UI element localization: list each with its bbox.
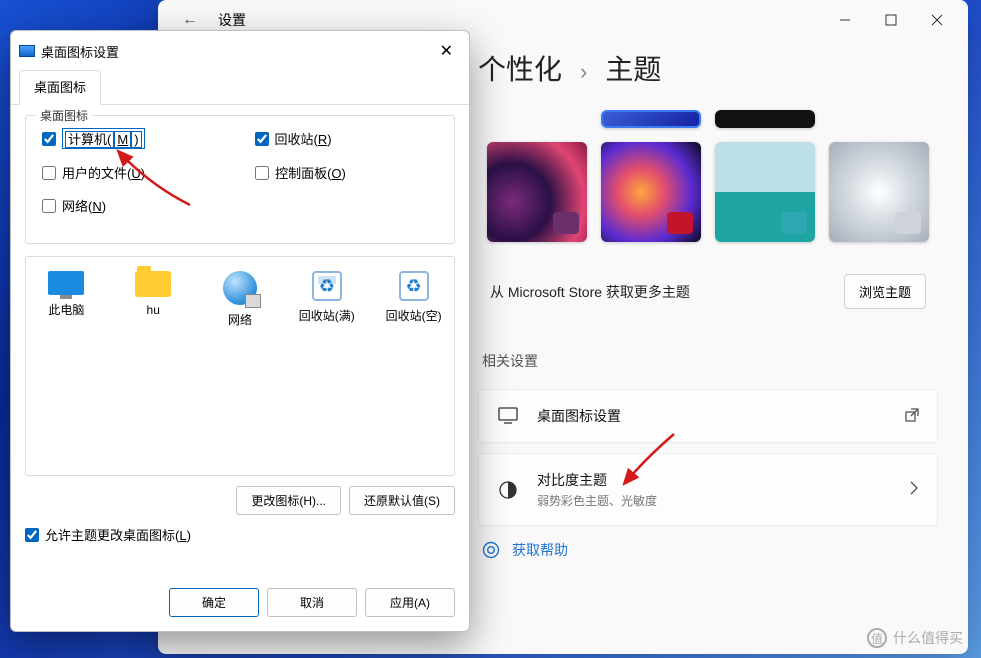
list-item-title: 桌面图标设置 [537,406,887,426]
change-icon-button[interactable]: 更改图标(H)... [236,486,341,515]
checkbox-allow-theme-change[interactable]: 允许主题更改桌面图标(L) [25,525,455,544]
icon-preview-list[interactable]: 此电脑 hu 网络 回收站(满) 回收站(空) [25,256,455,476]
list-item-subtitle: 弱势彩色主题、光敏度 [537,492,891,509]
desktop-icon-settings-item[interactable]: 桌面图标设置 [478,389,938,443]
theme-thumb[interactable] [601,142,701,242]
content-pane: 从 Microsoft Store 获取更多主题 浏览主题 相关设置 桌面图标设… [478,70,938,654]
get-help-link[interactable]: 获取帮助 [478,536,938,564]
close-icon[interactable]: ✕ [434,39,459,63]
icon-recycle-full[interactable]: 回收站(满) [296,271,357,324]
contrast-icon [497,480,519,500]
tab-strip: 桌面图标 [11,69,469,105]
window-title: 设置 [218,10,246,30]
checkbox-input[interactable] [42,199,56,213]
help-icon [482,541,500,559]
checkbox-network[interactable]: 网络(N) [42,196,106,215]
monitor-icon [497,407,519,425]
checkbox-user-files[interactable]: 用户的文件(U) [42,163,145,182]
theme-thumb[interactable] [829,142,929,242]
chevron-right-icon [909,481,919,498]
watermark: 值 什么值得买 [867,628,963,648]
desktop-icon-settings-dialog: 桌面图标设置 ✕ 桌面图标 桌面图标 计算机(M) 回收站(R) 用户 [10,30,470,632]
apply-button[interactable]: 应用(A) [365,588,455,617]
watermark-icon: 值 [867,628,887,648]
checkbox-input[interactable] [25,528,39,542]
checkbox-control-panel[interactable]: 控制面板(O) [255,163,346,182]
ok-button[interactable]: 确定 [169,588,259,617]
checkbox-recycle-bin[interactable]: 回收站(R) [255,128,332,149]
contrast-themes-item[interactable]: 对比度主题 弱势彩色主题、光敏度 [478,453,938,526]
icon-recycle-empty[interactable]: 回收站(空) [383,271,444,324]
store-row: 从 Microsoft Store 获取更多主题 浏览主题 [478,266,938,329]
checkbox-input[interactable] [255,132,269,146]
checkbox-input[interactable] [42,166,56,180]
dialog-titlebar: 桌面图标设置 ✕ [11,31,469,69]
minimize-button[interactable] [822,0,868,40]
theme-gallery [478,70,938,242]
maximize-button[interactable] [868,0,914,40]
checkbox-input[interactable] [255,166,269,180]
theme-thumb[interactable] [487,142,587,242]
close-button[interactable] [914,0,960,40]
tab-desktop-icons[interactable]: 桌面图标 [19,70,101,105]
dialog-footer: 确定 取消 应用(A) [11,576,469,631]
related-settings-header: 相关设置 [482,351,938,371]
icon-this-pc[interactable]: 此电脑 [36,271,97,318]
list-item-title: 对比度主题 [537,470,891,490]
browse-themes-button[interactable]: 浏览主题 [844,274,926,309]
restore-default-button[interactable]: 还原默认值(S) [349,486,455,515]
theme-thumb-selected[interactable] [601,110,701,128]
open-external-icon [905,408,919,425]
checkbox-input[interactable] [42,132,56,146]
desktop-icons-group: 桌面图标 计算机(M) 回收站(R) 用户的文件(U) 控制面板 [25,115,455,244]
theme-thumb[interactable] [715,110,815,128]
store-text: 从 Microsoft Store 获取更多主题 [490,282,690,302]
dialog-title: 桌面图标设置 [41,42,119,61]
checkbox-computer[interactable]: 计算机(M) [42,128,145,149]
icon-network[interactable]: 网络 [210,271,271,328]
cancel-button[interactable]: 取消 [267,588,357,617]
icon-user-folder[interactable]: hu [123,271,184,317]
back-arrow-icon[interactable]: ← [182,11,198,29]
help-label: 获取帮助 [512,540,568,560]
watermark-text: 什么值得买 [893,628,963,648]
theme-thumb[interactable] [715,142,815,242]
group-title: 桌面图标 [36,107,92,124]
dialog-app-icon [19,45,35,57]
